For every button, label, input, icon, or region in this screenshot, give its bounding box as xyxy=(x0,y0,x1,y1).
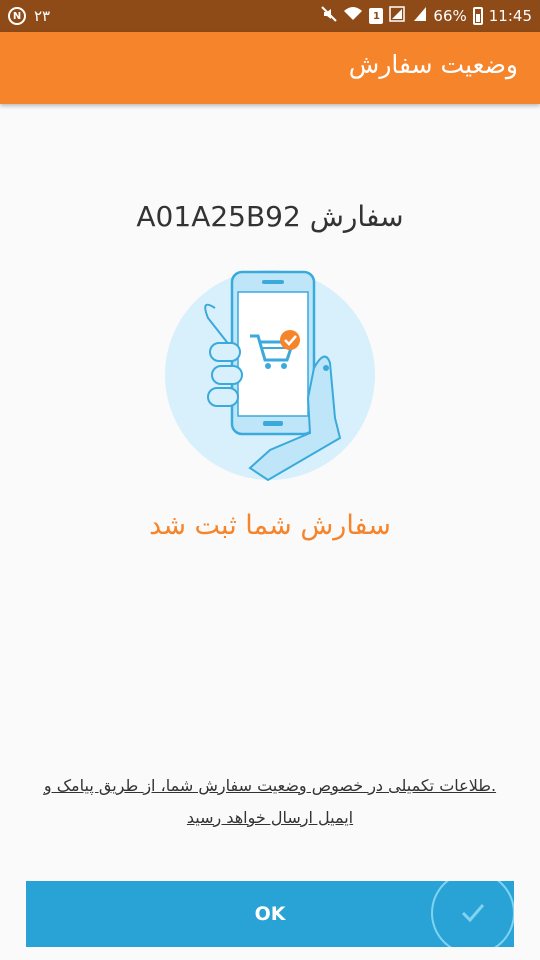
info-line-2: ایمیل ارسال خواهد رسید xyxy=(186,808,354,827)
phone-cart-illustration xyxy=(160,268,380,488)
status-left-number: ۲۳ xyxy=(34,7,51,25)
status-bar: N ۲۳ 1 66% 11:45 xyxy=(0,0,540,32)
signal-icon xyxy=(389,6,407,26)
notification-badge-icon: N xyxy=(8,7,26,25)
page-title: وضعیت سفارش xyxy=(348,50,518,79)
mute-icon xyxy=(321,6,338,26)
success-message: سفارش شما ثبت شد xyxy=(149,510,391,541)
ok-button-label: OK xyxy=(254,903,286,925)
battery-percent: 66% xyxy=(433,7,467,25)
battery-icon xyxy=(472,7,483,25)
order-number: سفارش A01A25B92 xyxy=(136,200,404,233)
app-bar: وضعیت سفارش xyxy=(0,32,540,104)
wifi-icon xyxy=(343,6,363,26)
signal-icon-2 xyxy=(413,6,427,26)
clock: 11:45 xyxy=(488,7,532,25)
ok-button[interactable]: OK xyxy=(26,881,514,947)
sim-icon: 1 xyxy=(369,8,384,24)
info-line-1: .طلاعات تکمیلی در خصوص وضعیت سفارش شما، … xyxy=(43,776,497,795)
check-icon xyxy=(431,881,514,947)
info-text: .طلاعات تکمیلی در خصوص وضعیت سفارش شما، … xyxy=(30,770,510,834)
